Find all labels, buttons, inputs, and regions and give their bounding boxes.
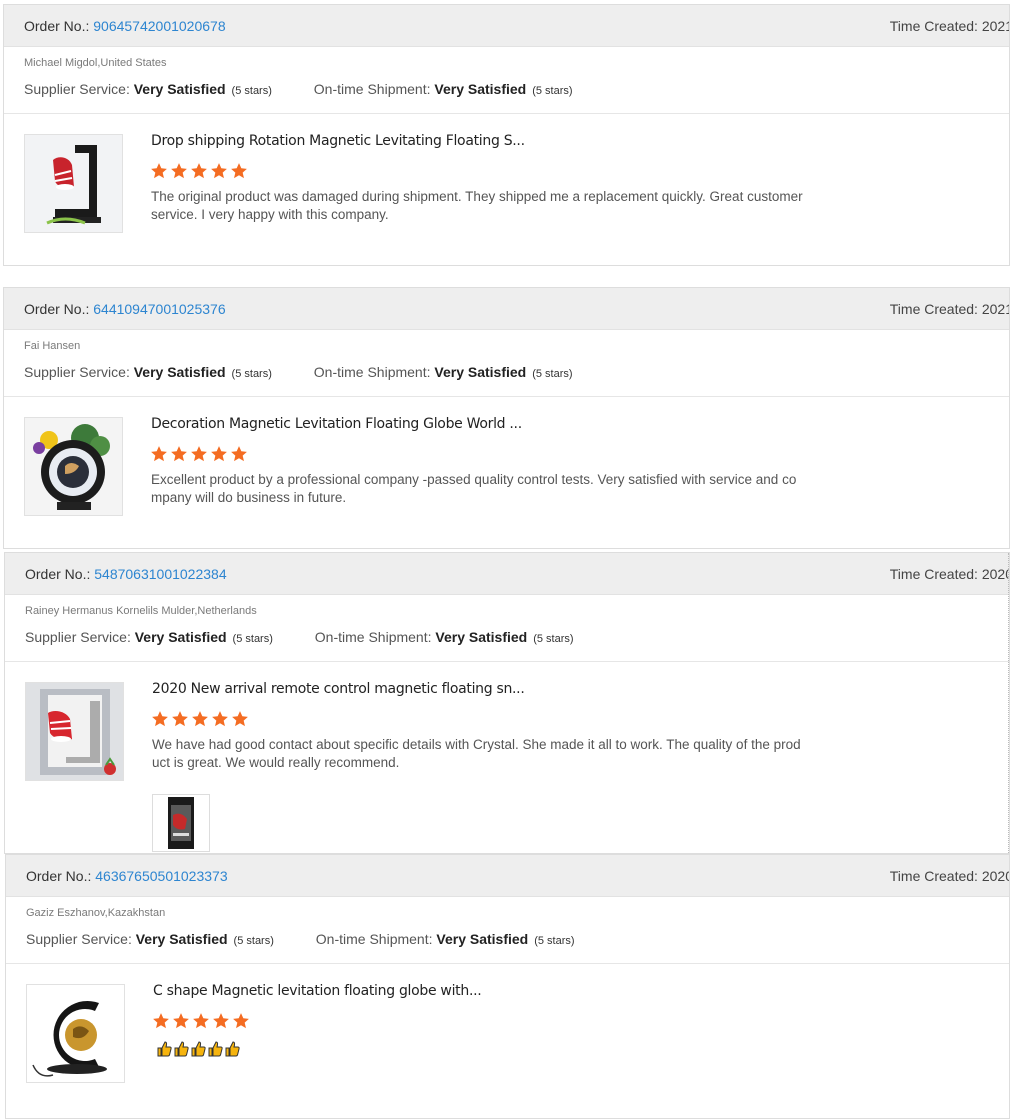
levitating-shoe-image[interactable]: [24, 134, 123, 233]
star-icon: [232, 711, 248, 727]
review-attachment-image[interactable]: [152, 794, 210, 852]
review-card: Order No.: 90645742001020678 Time Create…: [3, 4, 1010, 266]
card-header: Order No.: 64410947001025376 Time Create…: [4, 288, 1009, 330]
star-icon: [231, 163, 247, 179]
card-header: Order No.: 90645742001020678 Time Create…: [4, 5, 1009, 47]
order-number: Order No.: 46367650501023373: [26, 868, 228, 884]
order-number: Order No.: 64410947001025376: [24, 301, 226, 317]
order-number-link[interactable]: 64410947001025376: [93, 301, 225, 317]
floating-globe-image[interactable]: [24, 417, 123, 516]
review-card: Order No.: 46367650501023373 Time Create…: [5, 854, 1010, 1119]
star-icon: [171, 163, 187, 179]
service-ratings: Supplier Service: Very Satisfied (5 stars…: [26, 931, 575, 947]
card-header: Order No.: 54870631001022384 Time Create…: [5, 553, 1009, 595]
star-icon: [191, 163, 207, 179]
order-number: Order No.: 90645742001020678: [24, 18, 226, 34]
product-title-link[interactable]: Drop shipping Rotation Magnetic Levitati…: [151, 133, 525, 149]
product-title-link[interactable]: Decoration Magnetic Levitation Floating …: [151, 416, 522, 432]
shipment-rating: Very Satisfied: [434, 81, 527, 97]
star-icon: [213, 1013, 229, 1029]
floating-sneaker-image[interactable]: [25, 682, 124, 781]
product-title-link[interactable]: C shape Magnetic levitation floating glo…: [153, 983, 482, 999]
thumbs-up-icon: [225, 1041, 240, 1057]
review-comment-emoji: 👍👍👍👍👍: [156, 1041, 240, 1057]
rating-stars: [152, 1012, 250, 1030]
review-card: Order No.: 64410947001025376 Time Create…: [3, 287, 1010, 549]
star-icon: [152, 711, 168, 727]
time-created: Time Created: 2020: [889, 868, 1010, 884]
shipment-rating: Very Satisfied: [434, 364, 527, 380]
star-icon: [171, 446, 187, 462]
buyer-name: Gaziz Eszhanov,Kazakhstan: [26, 907, 166, 919]
buyer-name: Michael Migdol,United States: [24, 57, 167, 69]
star-icon: [191, 446, 207, 462]
buyer-name: Rainey Hermanus Kornelils Mulder,Netherl…: [25, 605, 257, 617]
star-icon: [211, 163, 227, 179]
star-icon: [193, 1013, 209, 1029]
star-icon: [233, 1013, 249, 1029]
star-icon: [231, 446, 247, 462]
divider: [4, 113, 1009, 114]
star-icon: [172, 711, 188, 727]
review-card: Order No.: 54870631001022384 Time Create…: [4, 552, 1010, 854]
star-icon: [151, 163, 167, 179]
time-created: Time Created: 2021: [889, 301, 1010, 317]
shipment-rating: Very Satisfied: [435, 629, 528, 645]
scroll-edge: [1005, 553, 1009, 853]
supplier-rating: Very Satisfied: [133, 81, 226, 97]
time-created: Time Created: 2020: [889, 566, 1010, 582]
order-number-link[interactable]: 90645742001020678: [93, 18, 225, 34]
review-comment: Excellent product by a professional comp…: [151, 472, 797, 505]
buyer-name: Fai Hansen: [24, 340, 81, 352]
order-number-link[interactable]: 54870631001022384: [94, 566, 226, 582]
divider: [4, 396, 1009, 397]
star-icon: [153, 1013, 169, 1029]
thumbs-up-icon: [174, 1041, 189, 1057]
supplier-rating: Very Satisfied: [134, 629, 227, 645]
rating-stars: [151, 710, 249, 728]
shipment-rating: Very Satisfied: [436, 931, 529, 947]
supplier-rating: Very Satisfied: [133, 364, 226, 380]
product-title-link[interactable]: 2020 New arrival remote control magnetic…: [152, 681, 525, 697]
service-ratings: Supplier Service: Very Satisfied (5 stars…: [24, 81, 573, 97]
order-number: Order No.: 54870631001022384: [25, 566, 227, 582]
star-icon: [173, 1013, 189, 1029]
supplier-rating: Very Satisfied: [135, 931, 228, 947]
c-shape-globe-image[interactable]: [26, 984, 125, 1083]
rating-stars: [150, 445, 248, 463]
card-header: Order No.: 46367650501023373 Time Create…: [6, 855, 1009, 897]
divider: [5, 661, 1009, 662]
thumbs-up-icon: [208, 1041, 223, 1057]
service-ratings: Supplier Service: Very Satisfied (5 stars…: [25, 629, 574, 645]
service-ratings: Supplier Service: Very Satisfied (5 stars…: [24, 364, 573, 380]
star-icon: [151, 446, 167, 462]
review-comment: We have had good contact about specific …: [152, 737, 801, 770]
review-comment: The original product was damaged during …: [151, 189, 803, 222]
thumbs-up-icon: [191, 1041, 206, 1057]
star-icon: [192, 711, 208, 727]
time-created: Time Created: 2021: [889, 18, 1010, 34]
thumbs-up-icon: [157, 1041, 172, 1057]
rating-stars: [150, 162, 248, 180]
divider: [6, 963, 1009, 964]
star-icon: [211, 446, 227, 462]
order-number-link[interactable]: 46367650501023373: [95, 868, 227, 884]
star-icon: [212, 711, 228, 727]
